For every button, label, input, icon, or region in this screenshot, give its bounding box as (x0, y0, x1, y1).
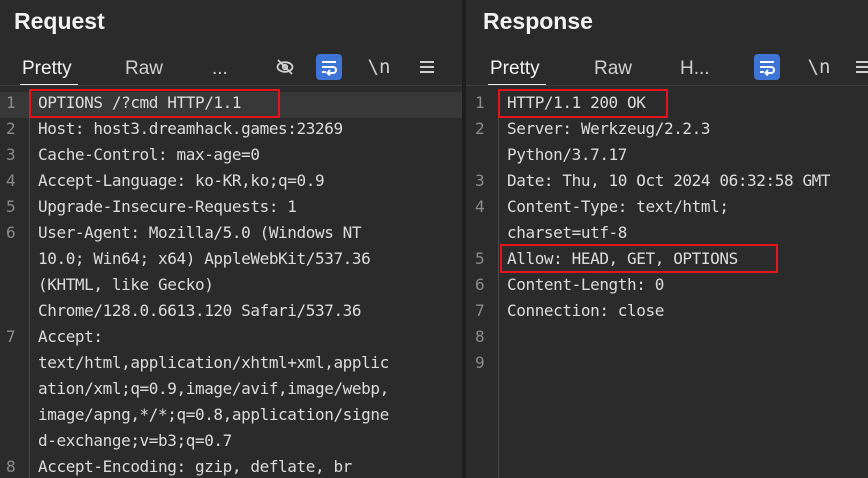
tab-raw[interactable]: Raw (125, 58, 163, 80)
wrap-lines-icon[interactable] (754, 54, 780, 80)
request-pane: Request Pretty Raw ... \n 1 OPTIONS /?cmd… (0, 0, 462, 478)
annotation-box-status-line (498, 89, 668, 118)
request-tabbar: Pretty Raw ... \n (0, 52, 462, 86)
code-text: Accept-Language: ko-KR,ko;q=0.9 (38, 171, 325, 190)
line-number: 2 (475, 119, 485, 138)
code-line[interactable]: 7 Connection: close (466, 300, 868, 326)
code-line[interactable]: text/html,application/xhtml+xml,applic (0, 352, 462, 378)
code-line[interactable]: 5 Upgrade-Insecure-Requests: 1 (0, 196, 462, 222)
tab-raw[interactable]: Raw (594, 58, 632, 80)
code-text: Date: Thu, 10 Oct 2024 06:32:58 GMT (507, 171, 831, 190)
code-line[interactable]: Chrome/128.0.6613.120 Safari/537.36 (0, 300, 462, 326)
code-line[interactable]: 6 Content-Length: 0 (466, 274, 868, 300)
response-editor[interactable]: 1 HTTP/1.1 200 OK 2 Server: Werkzeug/2.2.3… (466, 89, 868, 478)
code-text: Python/3.7.17 (507, 145, 628, 164)
line-number: 7 (6, 327, 16, 346)
tab-underline-divider (0, 85, 462, 86)
code-text: ation/xml;q=0.9,image/avif,image/webp, (38, 379, 389, 398)
line-number: 5 (6, 197, 16, 216)
wrap-lines-icon[interactable] (316, 54, 342, 80)
code-line[interactable]: 10.0; Win64; x64) AppleWebKit/537.36 (0, 248, 462, 274)
code-line[interactable]: image/apng,*/*;q=0.8,application/signe (0, 404, 462, 430)
line-number: 3 (6, 145, 16, 164)
newline-toggle[interactable]: \n (806, 54, 832, 80)
tab-more[interactable]: ... (212, 58, 228, 80)
code-text: Upgrade-Insecure-Requests: 1 (38, 197, 297, 216)
code-line[interactable]: Python/3.7.17 (466, 144, 868, 170)
line-number: 6 (475, 275, 485, 294)
annotation-box-allow-header (500, 244, 778, 273)
line-number: 4 (6, 171, 16, 190)
code-text: Accept-Encoding: gzip, deflate, br (38, 457, 352, 476)
line-number: 8 (6, 457, 16, 476)
code-line[interactable]: 8 Accept-Encoding: gzip, deflate, br (0, 456, 462, 478)
tab-underline-divider (466, 85, 868, 86)
line-number: 9 (475, 353, 485, 372)
line-number: 5 (475, 249, 485, 268)
code-line[interactable]: ation/xml;q=0.9,image/avif,image/webp, (0, 378, 462, 404)
line-number: 4 (475, 197, 485, 216)
code-line[interactable]: 8 (466, 326, 868, 352)
code-line[interactable]: 2 Server: Werkzeug/2.2.3 (466, 118, 868, 144)
hamburger-icon[interactable] (850, 54, 868, 80)
code-line[interactable]: 7 Accept: (0, 326, 462, 352)
line-number: 6 (6, 223, 16, 242)
code-text: Content-Type: text/html; (507, 197, 729, 216)
code-line[interactable]: 9 (466, 352, 868, 378)
tab-hex[interactable]: H... (680, 58, 710, 80)
line-number: 8 (475, 327, 485, 346)
code-text: (KHTML, like Gecko) (38, 275, 214, 294)
code-text: charset=utf-8 (507, 223, 628, 242)
code-text: image/apng,*/*;q=0.8,application/signe (38, 405, 389, 424)
eye-slash-icon[interactable] (272, 54, 298, 80)
line-number: 1 (6, 93, 16, 112)
hamburger-icon[interactable] (414, 54, 440, 80)
response-tabbar: Pretty Raw H... \n (466, 52, 868, 86)
code-text: Content-Length: 0 (507, 275, 664, 294)
code-line[interactable]: 4 Content-Type: text/html; (466, 196, 868, 222)
code-line[interactable]: 6 User-Agent: Mozilla/5.0 (Windows NT (0, 222, 462, 248)
request-title: Request (14, 8, 105, 34)
code-line[interactable]: 3 Date: Thu, 10 Oct 2024 06:32:58 GMT (466, 170, 868, 196)
tab-pretty[interactable]: Pretty (20, 58, 78, 86)
code-text: Server: Werkzeug/2.2.3 (507, 119, 711, 138)
annotation-box-request-line (29, 89, 280, 118)
code-text: Host: host3.dreamhack.games:23269 (38, 119, 343, 138)
response-title: Response (483, 8, 593, 34)
line-number: 1 (475, 93, 485, 112)
code-line[interactable]: 3 Cache-Control: max-age=0 (0, 144, 462, 170)
code-line[interactable]: 2 Host: host3.dreamhack.games:23269 (0, 118, 462, 144)
code-line[interactable]: (KHTML, like Gecko) (0, 274, 462, 300)
code-line[interactable]: 4 Accept-Language: ko-KR,ko;q=0.9 (0, 170, 462, 196)
code-text: Cache-Control: max-age=0 (38, 145, 260, 164)
code-text: text/html,application/xhtml+xml,applic (38, 353, 389, 372)
code-text: 10.0; Win64; x64) AppleWebKit/537.36 (38, 249, 371, 268)
line-number: 2 (6, 119, 16, 138)
code-text: d-exchange;v=b3;q=0.7 (38, 431, 232, 450)
code-text: Chrome/128.0.6613.120 Safari/537.36 (38, 301, 362, 320)
newline-toggle[interactable]: \n (366, 54, 392, 80)
code-text: User-Agent: Mozilla/5.0 (Windows NT (38, 223, 362, 242)
code-text: Connection: close (507, 301, 664, 320)
tab-pretty[interactable]: Pretty (488, 58, 546, 86)
response-pane: Response Pretty Raw H... \n 1 HTTP/1.1 20… (466, 0, 868, 478)
line-number: 7 (475, 301, 485, 320)
request-editor[interactable]: 1 OPTIONS /?cmd HTTP/1.1 2 Host: host3.dre… (0, 89, 462, 478)
code-line[interactable]: d-exchange;v=b3;q=0.7 (0, 430, 462, 456)
code-text: Accept: (38, 327, 103, 346)
line-number: 3 (475, 171, 485, 190)
